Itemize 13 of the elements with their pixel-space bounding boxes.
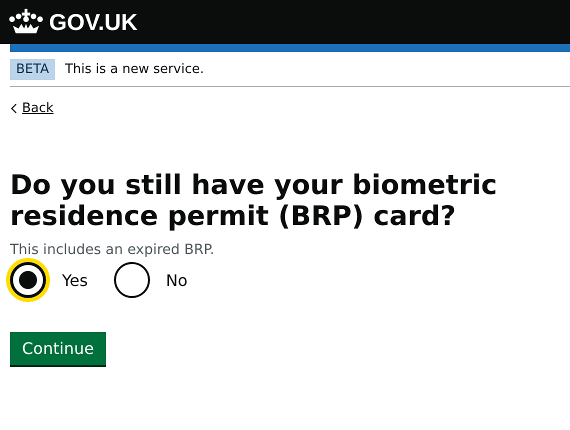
logo-link[interactable]: GOV.UK: [49, 8, 138, 36]
back-link[interactable]: Back: [10, 101, 54, 116]
question-heading: Do you still have your biometric residence permit (BRP) card?: [10, 170, 498, 232]
hint-text: This includes an expired BRP.: [10, 242, 216, 258]
crown-icon: [9, 8, 43, 36]
phase-message: This is a new service.: [64, 62, 204, 77]
radio-button[interactable]: [114, 262, 150, 298]
phase-tag: BETA: [10, 59, 55, 80]
back-link-label: Back: [22, 101, 54, 116]
radio-label[interactable]: Yes: [62, 270, 88, 290]
radio-label[interactable]: No: [166, 270, 188, 290]
chevron-left-icon: [10, 103, 17, 114]
continue-button[interactable]: Continue: [10, 332, 106, 365]
